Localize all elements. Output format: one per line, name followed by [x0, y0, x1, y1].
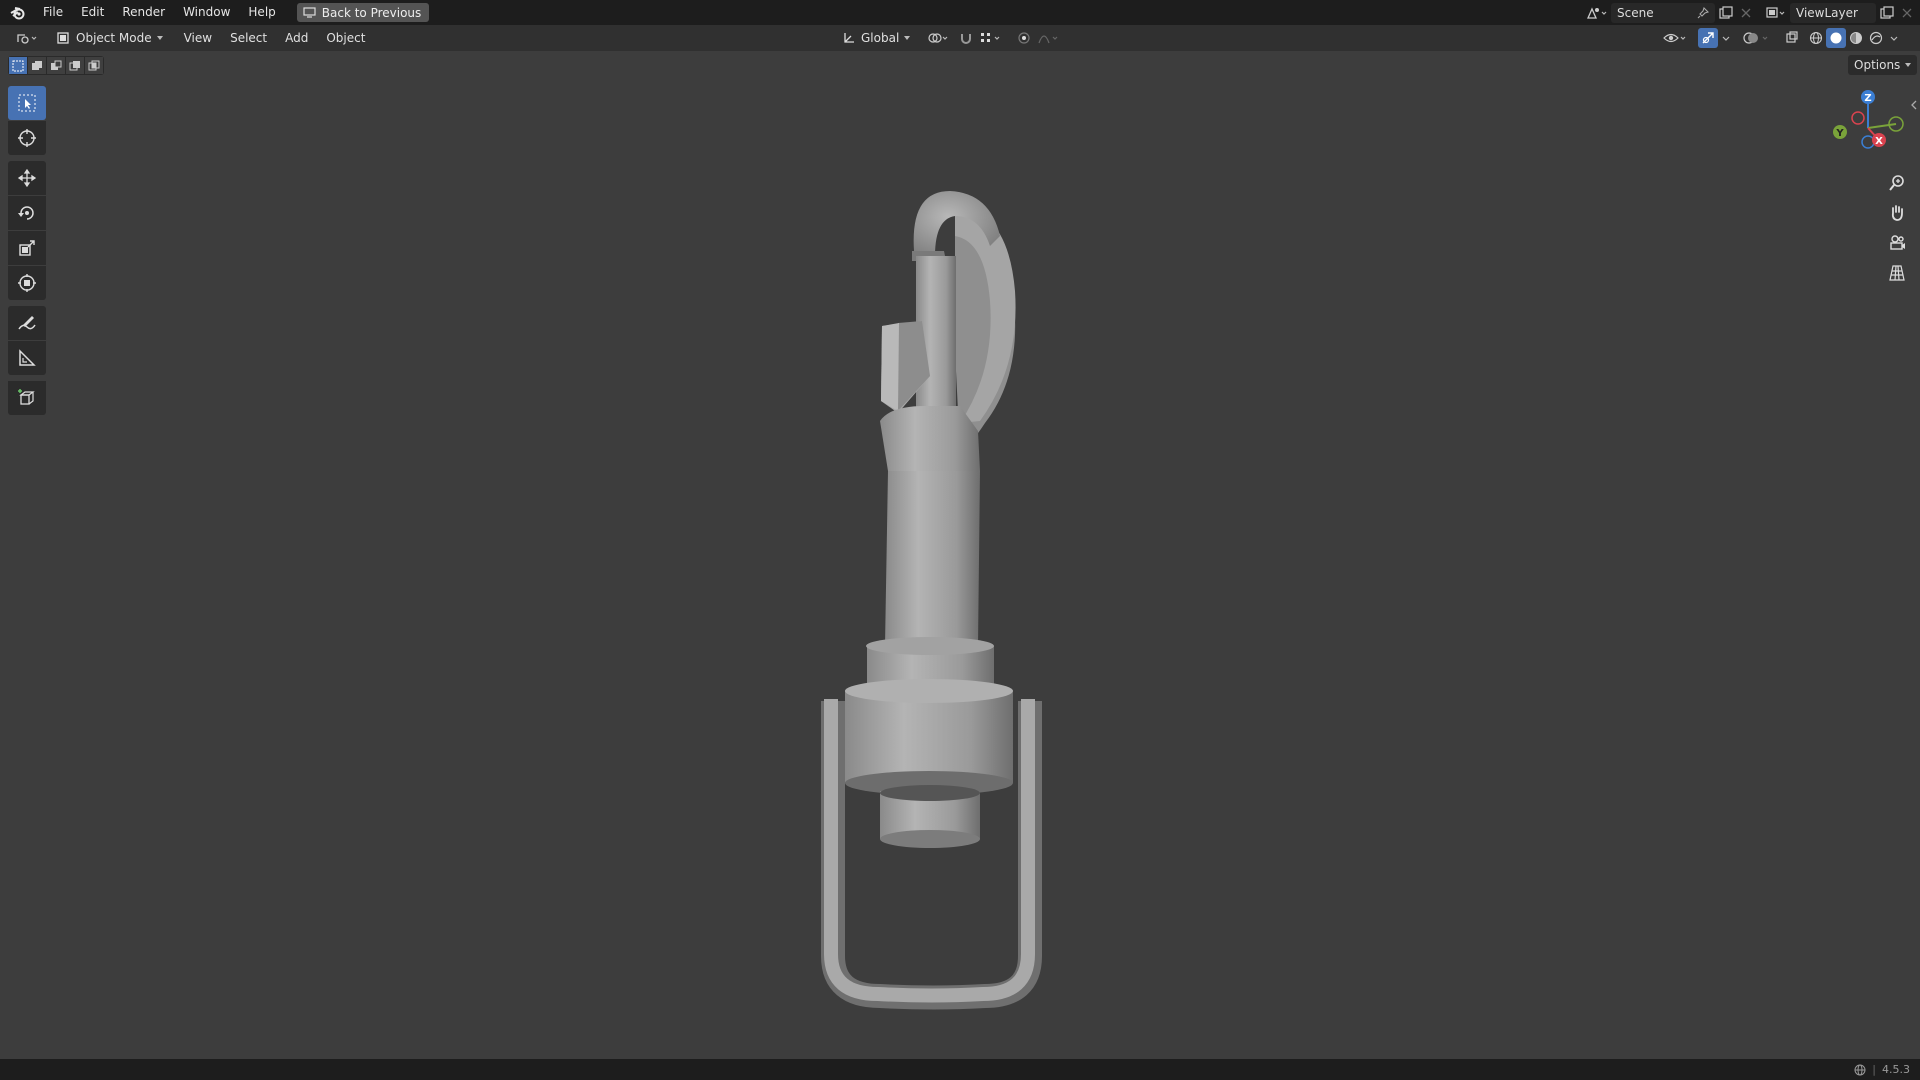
- falloff-icon[interactable]: [1034, 28, 1064, 48]
- navigation-gizmo[interactable]: Z Y X: [1828, 88, 1908, 168]
- pan-hand-icon[interactable]: [1881, 198, 1913, 228]
- status-divider: |: [1872, 1063, 1876, 1076]
- view-layer-selector[interactable]: ViewLayer: [1762, 2, 1916, 23]
- chevron-down-icon: [904, 36, 911, 40]
- delete-view-layer-icon[interactable]: [1898, 3, 1916, 23]
- viewport-navigation: [1881, 168, 1913, 288]
- scene-icon[interactable]: [1583, 3, 1611, 23]
- 3d-viewport[interactable]: Z Y X: [0, 51, 1920, 1059]
- gizmo-x-label: X: [1875, 136, 1883, 147]
- main-menu: File Edit Render Window Help: [34, 0, 285, 25]
- menu-view[interactable]: View: [175, 25, 221, 51]
- new-view-layer-icon[interactable]: [1876, 3, 1898, 23]
- menu-object[interactable]: Object: [317, 25, 374, 51]
- snap-target-icon[interactable]: [976, 28, 1006, 48]
- cursor-tool-icon[interactable]: [8, 121, 46, 155]
- viewport-header: Object Mode View Select Add Object Globa…: [0, 25, 1920, 51]
- gizmo-z-label: Z: [1864, 93, 1871, 104]
- editor-type-icon[interactable]: [10, 28, 46, 48]
- status-bar: | 4.5.3: [0, 1059, 1920, 1080]
- menu-window[interactable]: Window: [174, 0, 239, 25]
- chevron-down-icon[interactable]: [1718, 28, 1734, 48]
- gizmo-y-label: Y: [1835, 128, 1844, 139]
- mode-label: Object Mode: [76, 31, 152, 45]
- shading-options-chevron-icon[interactable]: [1886, 28, 1902, 48]
- axis-icon: [844, 33, 854, 43]
- pivot-point-icon[interactable]: [924, 28, 954, 48]
- globe-icon: [1854, 1064, 1866, 1075]
- version-number: 4.5.3: [1882, 1063, 1910, 1076]
- select-box-tool-icon[interactable]: [8, 86, 46, 120]
- view-layer-icon[interactable]: [1762, 3, 1790, 23]
- mode-selector[interactable]: Object Mode: [50, 28, 169, 48]
- visibility-eye-icon[interactable]: [1660, 28, 1692, 48]
- rotate-tool-icon[interactable]: [8, 196, 46, 230]
- menu-select[interactable]: Select: [221, 25, 276, 51]
- menu-render[interactable]: Render: [113, 0, 174, 25]
- version-info: | 4.5.3: [1854, 1063, 1910, 1076]
- menu-add[interactable]: Add: [276, 25, 317, 51]
- sidebar-toggle-chevron-icon[interactable]: [1910, 99, 1918, 114]
- select-extend-icon[interactable]: [28, 57, 46, 74]
- transform-tools: Global: [836, 28, 1064, 48]
- select-subtract-icon[interactable]: [47, 57, 65, 74]
- object-mode-icon: [57, 32, 69, 44]
- menu-help[interactable]: Help: [239, 0, 284, 25]
- xray-toggle-icon[interactable]: [1782, 28, 1802, 48]
- tool-shelf: [8, 86, 46, 416]
- perspective-ortho-icon[interactable]: [1881, 258, 1913, 288]
- proportional-editing-icon[interactable]: [1014, 28, 1034, 48]
- back-button-label: Back to Previous: [321, 5, 422, 20]
- material-preview-icon[interactable]: [1846, 28, 1866, 48]
- view-layer-name: ViewLayer: [1796, 5, 1858, 20]
- blender-logo-icon[interactable]: [6, 1, 30, 25]
- gizmo-toggle-icon[interactable]: [1698, 28, 1718, 48]
- scene-selector[interactable]: Scene: [1583, 2, 1755, 23]
- wireframe-shading-icon[interactable]: [1806, 28, 1826, 48]
- screen-icon: [303, 7, 316, 18]
- view-layer-field[interactable]: ViewLayer: [1790, 2, 1876, 23]
- new-scene-icon[interactable]: [1715, 3, 1737, 23]
- annotate-tool-icon[interactable]: [8, 306, 46, 340]
- select-intersect-icon[interactable]: [85, 57, 103, 74]
- options-dropdown[interactable]: Options: [1848, 55, 1918, 75]
- viewport-display-tools: [1660, 28, 1902, 48]
- back-to-previous-button[interactable]: Back to Previous: [296, 3, 430, 22]
- transform-orientation-dropdown[interactable]: Global: [836, 28, 916, 48]
- overlays-icon[interactable]: [1740, 28, 1774, 48]
- pin-icon[interactable]: [1697, 6, 1709, 19]
- snap-hook-model[interactable]: [0, 51, 1920, 1059]
- menu-edit[interactable]: Edit: [72, 0, 113, 25]
- scene-name: Scene: [1617, 5, 1654, 20]
- selection-mode-buttons: [8, 56, 104, 75]
- measure-tool-icon[interactable]: [8, 341, 46, 375]
- delete-scene-icon[interactable]: [1737, 3, 1755, 23]
- scene-name-field[interactable]: Scene: [1611, 2, 1715, 23]
- zoom-icon[interactable]: [1881, 168, 1913, 198]
- scale-tool-icon[interactable]: [8, 231, 46, 265]
- solid-shading-icon[interactable]: [1826, 28, 1846, 48]
- options-label: Options: [1854, 58, 1901, 72]
- transform-orientation-label: Global: [861, 31, 900, 45]
- select-new-icon[interactable]: [9, 57, 27, 74]
- rendered-shading-icon[interactable]: [1866, 28, 1886, 48]
- chevron-down-icon: [156, 36, 163, 40]
- move-tool-icon[interactable]: [8, 161, 46, 195]
- chevron-down-icon: [1905, 63, 1912, 67]
- camera-view-icon[interactable]: [1881, 228, 1913, 258]
- menu-file[interactable]: File: [34, 0, 72, 25]
- top-bar: File Edit Render Window Help Back to Pre…: [0, 0, 1920, 25]
- select-invert-icon[interactable]: [66, 57, 84, 74]
- add-cube-tool-icon[interactable]: [8, 381, 46, 415]
- snap-magnet-icon[interactable]: [956, 28, 976, 48]
- transform-tool-icon[interactable]: [8, 266, 46, 300]
